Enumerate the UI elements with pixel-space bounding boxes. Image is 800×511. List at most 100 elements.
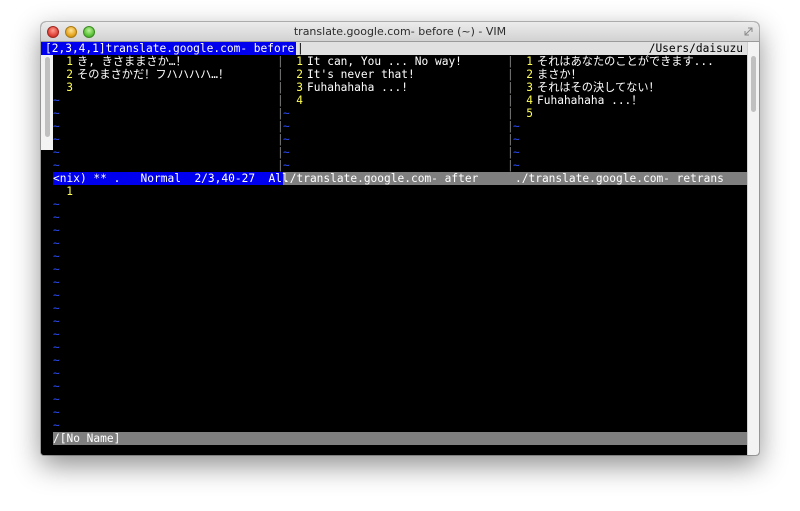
line-number: 3	[66, 81, 73, 94]
line-text: まさか！	[537, 68, 582, 81]
tilde-marker: ~	[283, 107, 290, 120]
line-text: It can, You ... No way!	[307, 55, 462, 68]
buffer-pane-before[interactable]: 1 き, きさままさか…！ 2 そのまさかだ！フハハハハ…！ 3 ~ ~ ~ ~ ~ ~	[53, 55, 277, 172]
line-number: 3	[296, 81, 303, 94]
statusline-current: <nix) ** . Normal 2/3,40-27 All	[53, 172, 289, 185]
empty-line-marker: ~	[53, 406, 747, 419]
tabline: [2,3,4,1]translate.google.com- before | …	[41, 42, 747, 55]
tilde-marker: ~	[53, 315, 60, 328]
tilde-marker: ~	[513, 133, 520, 146]
statusline-bottom: /[No Name]	[53, 432, 747, 445]
tilde-marker: ~	[53, 406, 60, 419]
empty-line-marker: ~	[283, 107, 507, 120]
line-number: 2	[526, 68, 533, 81]
tilde-marker: ~	[513, 146, 520, 159]
buffer-line[interactable]: 3 それはその決してない！	[513, 81, 747, 94]
left-scroll-strip[interactable]	[41, 55, 53, 150]
tilde-marker: ~	[53, 263, 60, 276]
empty-line-marker: ~	[513, 133, 747, 146]
empty-line-marker: ~	[53, 250, 747, 263]
empty-line-marker: ~	[283, 159, 507, 172]
vim-window: translate.google.com- before (~) - VIM […	[41, 22, 759, 455]
line-text: It's never that!	[307, 68, 415, 81]
buffer-line[interactable]: 5	[513, 107, 747, 120]
line-number: 1	[296, 55, 303, 68]
left-scroll-thumb[interactable]	[45, 57, 50, 137]
tilde-marker: ~	[53, 146, 60, 159]
buffer-pane-no-name[interactable]: 1 ~ ~ ~ ~ ~ ~ ~ ~ ~ ~ ~ ~ ~ ~ ~ ~ ~ ~	[53, 185, 747, 432]
buffer-line[interactable]: 1 き, きさままさか…！	[53, 55, 277, 68]
tilde-marker: ~	[53, 380, 60, 393]
tilde-marker: ~	[53, 250, 60, 263]
vim-terminal[interactable]: [2,3,4,1]translate.google.com- before | …	[41, 42, 759, 455]
tilde-marker: ~	[53, 211, 60, 224]
empty-line-marker: ~	[53, 315, 747, 328]
buffer-line[interactable]: 3	[53, 81, 277, 94]
tilde-marker: ~	[53, 341, 60, 354]
buffer-line[interactable]: 3 Fuhahahaha ...!	[283, 81, 507, 94]
tilde-marker: ~	[53, 159, 60, 172]
buffer-pane-retrans[interactable]: 1 それはあなたのことができます... 2 まさか！ 3 それはその決してない！ 4 Fuha…	[513, 55, 747, 172]
tilde-marker: ~	[53, 302, 60, 315]
empty-line-marker: ~	[53, 133, 277, 146]
empty-line-marker: ~	[53, 107, 277, 120]
statusline-after: ./translate.google.com- after	[283, 172, 479, 185]
buffer-line[interactable]: 2 まさか！	[513, 68, 747, 81]
empty-line-marker: ~	[53, 159, 277, 172]
tilde-marker: ~	[53, 367, 60, 380]
tilde-marker: ~	[513, 120, 520, 133]
tilde-marker: ~	[283, 146, 290, 159]
buffer-line[interactable]: 4 Fuhahahaha ...！	[513, 94, 747, 107]
empty-line-marker: ~	[53, 380, 747, 393]
buffer-line[interactable]: 4	[283, 94, 507, 107]
line-text: そのまさかだ！フハハハハ…！	[77, 68, 230, 81]
empty-line-marker: ~	[53, 224, 747, 237]
line-number: 4	[526, 94, 533, 107]
empty-line-marker: ~	[53, 211, 747, 224]
empty-line-marker: ~	[283, 120, 507, 133]
tilde-marker: ~	[53, 354, 60, 367]
line-number: 1	[66, 55, 73, 68]
line-number: 1	[526, 55, 533, 68]
empty-line-marker: ~	[53, 393, 747, 406]
fullscreen-icon[interactable]	[744, 27, 753, 36]
buffer-line[interactable]: 1 それはあなたのことができます...	[513, 55, 747, 68]
buffer-line[interactable]: 1	[53, 185, 747, 198]
line-number: 1	[66, 185, 73, 198]
line-text: き, きさままさか…！	[77, 55, 187, 68]
tilde-marker: ~	[53, 120, 60, 133]
empty-line-marker: ~	[53, 419, 747, 432]
tilde-marker: ~	[53, 289, 60, 302]
empty-line-marker: ~	[53, 302, 747, 315]
empty-line-marker: ~	[53, 237, 747, 250]
statusline-retrans: ./translate.google.com- retrans	[515, 172, 724, 185]
empty-line-marker: ~	[53, 367, 747, 380]
buffer-pane-after[interactable]: 1 It can, You ... No way! 2 It's never that…	[283, 55, 507, 172]
tilde-marker: ~	[283, 133, 290, 146]
buffer-line[interactable]: 1 It can, You ... No way!	[283, 55, 507, 68]
line-text: それはその決してない！	[537, 81, 660, 94]
empty-line-marker: ~	[513, 159, 747, 172]
line-number: 3	[526, 81, 533, 94]
line-number: 2	[66, 68, 73, 81]
empty-line-marker: ~	[283, 133, 507, 146]
tilde-marker: ~	[513, 159, 520, 172]
tilde-marker: ~	[283, 120, 290, 133]
empty-line-marker: ~	[53, 341, 747, 354]
empty-line-marker: ~	[53, 263, 747, 276]
tilde-marker: ~	[53, 276, 60, 289]
title-bar: translate.google.com- before (~) - VIM	[41, 22, 759, 42]
scrollbar[interactable]	[747, 42, 759, 455]
scrollbar-thumb[interactable]	[751, 56, 756, 112]
empty-line-marker: ~	[513, 146, 747, 159]
empty-line-marker: ~	[513, 120, 747, 133]
empty-line-marker: ~	[53, 328, 747, 341]
empty-line-marker: ~	[53, 120, 277, 133]
buffer-line[interactable]: 2 It's never that!	[283, 68, 507, 81]
tilde-marker: ~	[283, 159, 290, 172]
tab-active[interactable]: [2,3,4,1]translate.google.com- before	[41, 42, 297, 55]
tilde-marker: ~	[53, 237, 60, 250]
buffer-line[interactable]: 2 そのまさかだ！フハハハハ…！	[53, 68, 277, 81]
window-title: translate.google.com- before (~) - VIM	[293, 25, 507, 38]
tab-separator: |	[297, 42, 304, 55]
